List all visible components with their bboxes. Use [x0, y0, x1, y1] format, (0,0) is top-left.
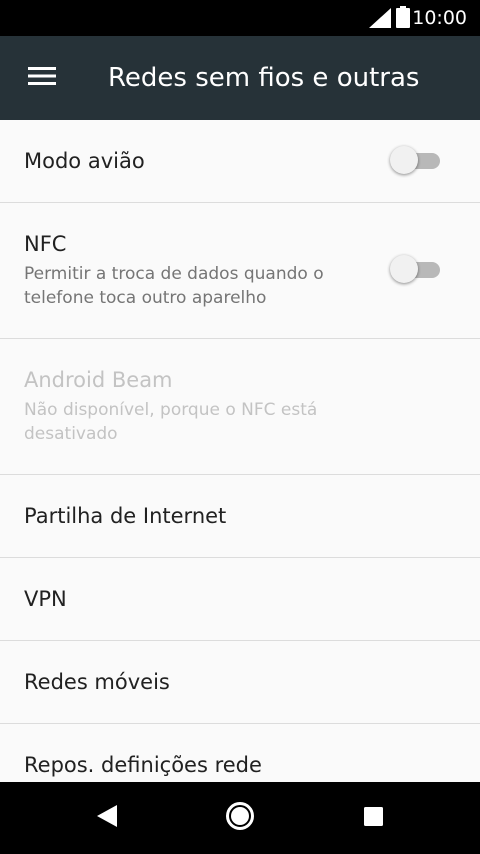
- airplane-mode-switch[interactable]: [388, 144, 442, 176]
- recents-button[interactable]: [355, 800, 391, 836]
- mobile-networks-label: Redes móveis: [24, 670, 170, 694]
- back-icon: [97, 805, 117, 831]
- mobile-networks-item[interactable]: Redes móveis: [0, 641, 480, 724]
- vpn-item[interactable]: VPN: [0, 558, 480, 641]
- back-button[interactable]: [89, 800, 125, 836]
- vpn-label: VPN: [24, 587, 67, 611]
- hamburger-menu-icon: [28, 66, 56, 90]
- battery-icon: [396, 6, 410, 32]
- android-beam-summary: Não disponível, porque o NFC está desati…: [24, 400, 318, 444]
- reset-network-label: Repos. definições rede: [24, 753, 262, 777]
- nfc-summary: Permitir a troca de dados quando o telef…: [24, 264, 324, 308]
- android-beam-label: Android Beam: [24, 368, 173, 392]
- home-icon: [225, 801, 255, 835]
- airplane-mode-item[interactable]: Modo avião: [0, 120, 480, 203]
- home-button[interactable]: [222, 800, 258, 836]
- switch-thumb: [390, 255, 418, 283]
- switch-thumb: [390, 146, 418, 174]
- page-title: Redes sem fios e outras: [108, 63, 420, 93]
- tethering-label: Partilha de Internet: [24, 504, 227, 528]
- app-bar: Redes sem fios e outras: [0, 36, 480, 120]
- status-bar: 10:00: [0, 0, 480, 36]
- settings-list: Modo avião NFC Permitir a troca de dados…: [0, 120, 480, 782]
- tethering-item[interactable]: Partilha de Internet: [0, 475, 480, 558]
- airplane-mode-label: Modo avião: [24, 149, 145, 173]
- reset-network-item[interactable]: Repos. definições rede: [0, 724, 480, 782]
- navigation-bar: [0, 782, 480, 854]
- nfc-item[interactable]: NFC Permitir a troca de dados quando o t…: [0, 203, 480, 339]
- nfc-switch[interactable]: [388, 253, 442, 285]
- nfc-label: NFC: [24, 232, 67, 256]
- menu-button[interactable]: [14, 50, 70, 106]
- android-beam-item: Android Beam Não disponível, porque o NF…: [0, 339, 480, 475]
- signal-icon: [369, 8, 391, 32]
- status-time: 10:00: [412, 7, 467, 29]
- recents-icon: [363, 806, 383, 830]
